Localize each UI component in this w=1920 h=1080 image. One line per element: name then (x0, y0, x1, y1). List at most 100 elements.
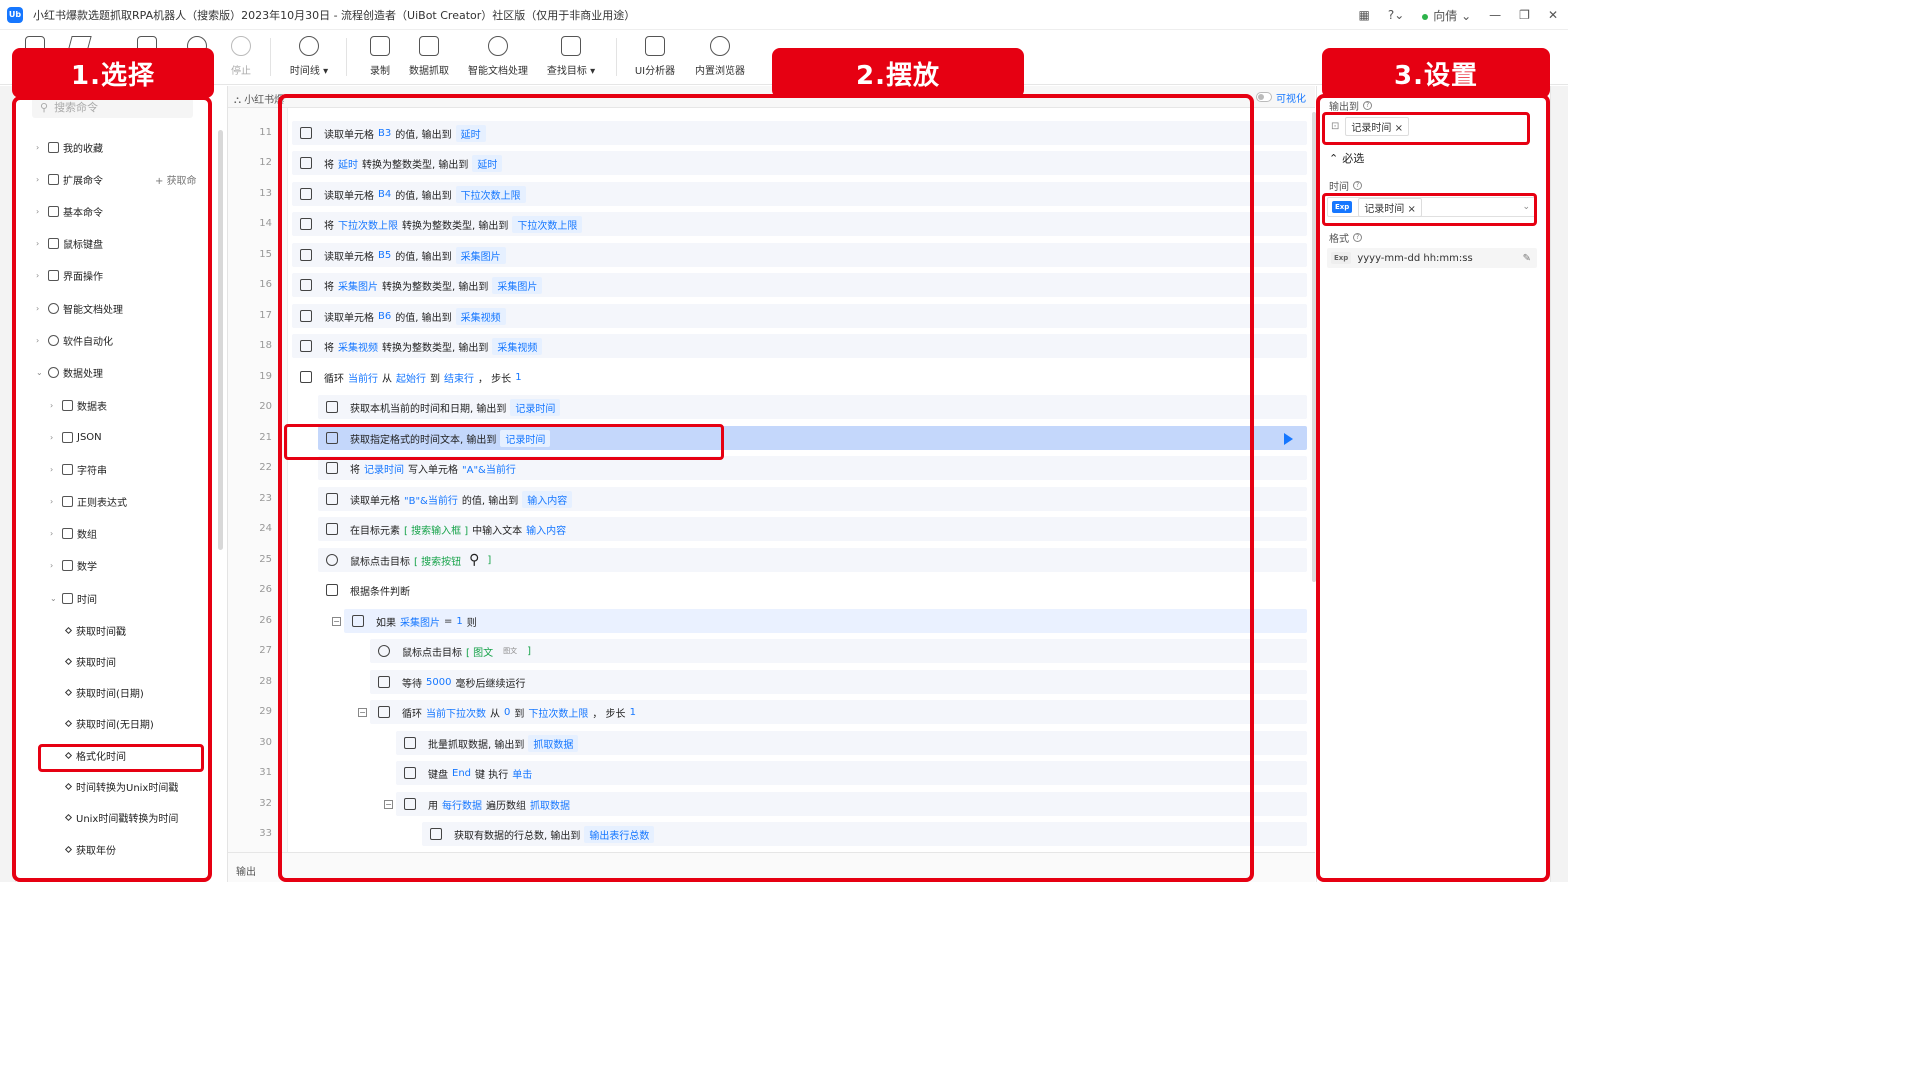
tree-group-favorites[interactable]: › 我的收藏 (36, 138, 103, 156)
automation-icon (48, 334, 59, 346)
command-time-to-unix[interactable]: 时间转换为Unix时间戳 (64, 777, 178, 795)
left-scrollbar[interactable] (218, 130, 223, 550)
code-row[interactable]: 31 键盘 End 键 执行 单击 (228, 759, 1311, 787)
required-section-header[interactable]: ⌃ 必选 (1329, 150, 1364, 166)
expression-toggle[interactable]: Exp (1332, 201, 1353, 213)
command-get-timestamp[interactable]: 获取时间戳 (64, 621, 126, 639)
tree-sub-json[interactable]: › JSON (50, 428, 102, 446)
command-get-time-date[interactable]: 获取时间(日期) (64, 683, 144, 701)
help-icon[interactable]: ? (1353, 233, 1362, 242)
edit-icon[interactable]: ✎ (1523, 253, 1531, 264)
close-icon[interactable]: ✕ (1548, 8, 1558, 22)
variable-chip[interactable]: 输出表行总数 (584, 825, 655, 843)
code-row[interactable]: 33 获取有数据的行总数, 输出到 输出表行总数 (228, 820, 1311, 848)
code-row[interactable]: 27 鼠标点击目标 [ 图文 图文 ] (228, 637, 1311, 665)
code-row[interactable]: 22 将 记录时间 写入单元格 "A"&当前行 (228, 454, 1311, 482)
tree-group-smart-doc[interactable]: › 智能文档处理 (36, 299, 123, 317)
output-to-field[interactable]: ⊡ 记录时间 × (1327, 116, 1537, 136)
tree-sub-math[interactable]: › 数学 (50, 556, 97, 574)
code-row[interactable]: 24 在目标元素 [ 搜索输入框 ] 中输入文本 输入内容 (228, 515, 1311, 543)
command-format-time[interactable]: 格式化时间 (64, 746, 126, 764)
tree-group-basic[interactable]: › 基本命令 (36, 202, 103, 220)
variable-chip[interactable]: 记录时间 (510, 398, 561, 416)
variable-chip[interactable]: 记录时间 × (1345, 116, 1409, 136)
collapse-toggle[interactable]: − (358, 708, 367, 717)
output-panel-tab[interactable]: 输出 (228, 852, 1315, 882)
code-row[interactable]: 26 − 如果 采集图片 = 1 则 (228, 607, 1311, 635)
code-row[interactable]: 20 获取本机当前的时间和日期, 输出到 记录时间 (228, 393, 1311, 421)
stop-button[interactable]: 停止 (210, 34, 272, 77)
right-side-strip[interactable] (1550, 86, 1568, 882)
code-row[interactable]: 11 读取单元格 B3 的值, 输出到 延时 (228, 119, 1311, 147)
restore-icon[interactable]: ❐ (1519, 8, 1530, 22)
user-menu[interactable]: 向倩 ⌄ (1422, 7, 1471, 24)
variable-chip[interactable]: 输入内容 (522, 490, 573, 508)
variable-chip[interactable]: 记录时间 (500, 429, 551, 447)
command-get-time-no-date[interactable]: 获取时间(无日期) (64, 714, 154, 732)
code-row[interactable]: 17 读取单元格 B6 的值, 输出到 采集视频 (228, 302, 1311, 330)
output-variable-icon: ⊡ (1331, 120, 1340, 132)
code-row[interactable]: 19 循环 当前行 从 起始行 到 结束行， 步长 1 (228, 363, 1311, 391)
help-icon[interactable]: ? (1353, 181, 1362, 190)
variable-chip[interactable]: 采集视频 (455, 307, 506, 325)
tree-sub-datatable[interactable]: › 数据表 (50, 396, 107, 414)
code-row[interactable]: 18 将 采集视频 转换为整数类型, 输出到 采集视频 (228, 332, 1311, 360)
variable-chip[interactable]: 下拉次数上限 (455, 185, 526, 203)
variable-chip[interactable]: 采集视频 (492, 337, 543, 355)
chevron-down-icon[interactable]: ⌄ (1522, 202, 1530, 212)
code-row[interactable]: 14 将 下拉次数上限 转换为整数类型, 输出到 下拉次数上限 (228, 210, 1311, 238)
variable-chip[interactable]: 记录时间 × (1358, 197, 1422, 217)
tree-sub-string[interactable]: › 字符串 (50, 460, 107, 478)
code-row[interactable]: 28 等待 5000 毫秒后继续运行 (228, 668, 1311, 696)
code-row[interactable]: 26 根据条件判断 (228, 576, 1311, 604)
variable-chip[interactable]: 延时 (472, 154, 503, 172)
collapse-toggle[interactable]: − (384, 800, 393, 809)
variable-chip[interactable]: 采集图片 (455, 246, 506, 264)
variable-chip[interactable]: 采集图片 (492, 276, 543, 294)
help-icon[interactable]: ? (1363, 101, 1372, 110)
command-get-year[interactable]: 获取年份 (64, 840, 116, 858)
smart-doc-button[interactable]: 智能文档处理 (466, 34, 530, 77)
command-get-time[interactable]: 获取时间 (64, 652, 116, 670)
variable-chip[interactable]: 下拉次数上限 (512, 215, 583, 233)
code-row[interactable]: 30 批量抓取数据, 输出到 抓取数据 (228, 729, 1311, 757)
collapse-toggle[interactable]: − (332, 617, 341, 626)
command-unix-to-time[interactable]: Unix时间戳转换为时间 (64, 808, 178, 826)
tree-group-data-processing[interactable]: ⌄ 数据处理 (36, 363, 103, 381)
apps-grid-icon[interactable]: ▦ (1359, 8, 1370, 22)
tree-sub-time[interactable]: ⌄ 时间 (50, 589, 97, 607)
variable-chip[interactable]: 抓取数据 (528, 734, 579, 752)
find-target-button[interactable]: 查找目标 ▾ (540, 34, 602, 77)
builtin-browser-button[interactable]: 内置浏览器 (689, 34, 751, 77)
tree-group-extensions[interactable]: › 扩展命令 (36, 170, 103, 188)
left-side-strip[interactable] (0, 86, 16, 882)
code-row[interactable]: 16 将 采集图片 转换为整数类型, 输出到 采集图片 (228, 271, 1311, 299)
expression-toggle[interactable]: Exp (1331, 252, 1352, 264)
code-row[interactable]: 25 鼠标点击目标 [ 搜索按钮 ⚲ ] (228, 546, 1311, 574)
code-row[interactable]: 23 读取单元格 "B"&当前行 的值, 输出到 输入内容 (228, 485, 1311, 513)
tree-sub-array[interactable]: › 数组 (50, 524, 97, 542)
tree-group-software-auto[interactable]: › 软件自动化 (36, 331, 113, 349)
timeline-button[interactable]: 时间线 ▾ (278, 34, 340, 77)
data-scrape-button[interactable]: 数据抓取 (398, 34, 460, 77)
code-row-selected[interactable]: 21 获取指定格式的时间文本, 输出到 记录时间 (228, 424, 1311, 452)
code-row[interactable]: 32 − 用 每行数据 遍历数组 抓取数据 (228, 790, 1311, 818)
code-row[interactable]: 13 读取单元格 B4 的值, 输出到 下拉次数上限 (228, 180, 1311, 208)
command-search-input[interactable]: ⚲ 搜索命令 (32, 96, 193, 118)
variable-chip[interactable]: 延时 (455, 124, 486, 142)
ui-analyzer-button[interactable]: UI分析器 (624, 34, 686, 77)
help-icon[interactable]: ?⌄ (1388, 8, 1404, 22)
tab-current-flow[interactable]: ⛬ 小红书爆 (234, 91, 284, 106)
tree-group-mouse-keyboard[interactable]: › 鼠标键盘 (36, 234, 103, 252)
get-commands-button[interactable]: + 获取命 (155, 172, 197, 187)
minimize-icon[interactable]: — (1489, 8, 1501, 22)
code-row[interactable]: 29 − 循环 当前下拉次数 从 0 到 下拉次数上限， 步长 1 (228, 698, 1311, 726)
code-row[interactable]: 15 读取单元格 B5 的值, 输出到 采集图片 (228, 241, 1311, 269)
run-line-icon[interactable] (1284, 433, 1293, 445)
tree-group-ui-ops[interactable]: › 界面操作 (36, 266, 103, 284)
format-input[interactable]: Exp yyyy-mm-dd hh:mm:ss ✎ (1327, 248, 1537, 268)
code-row[interactable]: 12 将 延时 转换为整数类型, 输出到 延时 (228, 149, 1311, 177)
tree-sub-regex[interactable]: › 正则表达式 (50, 492, 127, 510)
visualize-toggle[interactable]: 可视化 (1256, 89, 1306, 105)
time-input[interactable]: Exp 记录时间 × ⌄ (1327, 197, 1537, 217)
